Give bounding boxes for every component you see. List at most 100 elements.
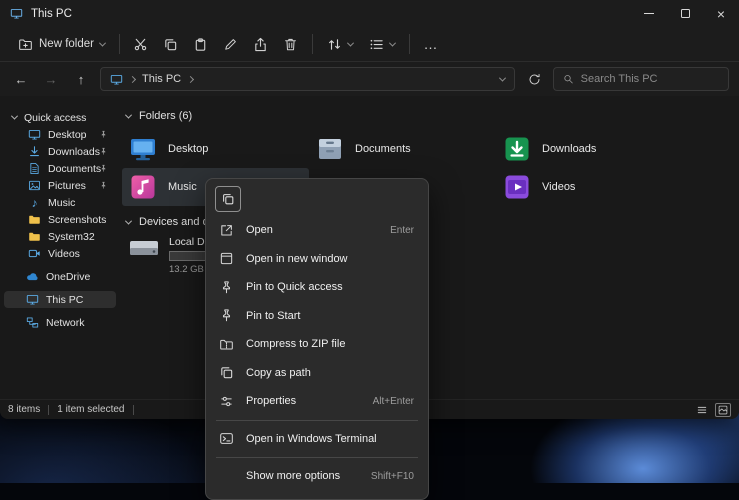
- command-bar: New folder …: [0, 27, 739, 62]
- copy-icon: [221, 192, 235, 206]
- share-button[interactable]: [246, 31, 276, 57]
- menu-separator: [216, 420, 418, 421]
- sidebar-item-pictures[interactable]: Pictures: [4, 177, 116, 194]
- new-folder-label: New folder: [39, 38, 94, 50]
- selection-count: 1 item selected: [57, 404, 124, 415]
- navigation-bar: ← → ↑ This PC: [0, 62, 739, 96]
- sidebar-item-music[interactable]: ♪ Music: [4, 194, 116, 211]
- sidebar-item-screenshots[interactable]: Screenshots: [4, 211, 116, 228]
- sidebar-item-label: Downloads: [48, 146, 100, 158]
- this-pc-icon: [110, 73, 123, 86]
- desktop-icon: [28, 128, 41, 141]
- rename-button[interactable]: [216, 31, 246, 57]
- toolbar-divider: [119, 34, 120, 54]
- pin-icon: [99, 181, 108, 190]
- sidebar-item-documents[interactable]: Documents: [4, 160, 116, 177]
- menu-item-label: Pin to Quick access: [246, 281, 343, 293]
- folder-name: Music: [168, 181, 197, 193]
- refresh-button[interactable]: [523, 67, 545, 91]
- menu-item-pin-to-start[interactable]: Pin to Start: [206, 302, 428, 331]
- open-icon: [218, 223, 234, 238]
- documents-folder-icon: [315, 134, 345, 164]
- copy-quick-action-button[interactable]: [215, 186, 241, 212]
- details-view-icon: [696, 404, 708, 416]
- close-button[interactable]: ×: [703, 0, 739, 27]
- desktop-folder-icon: [128, 134, 158, 164]
- paste-icon: [193, 37, 208, 52]
- menu-item-properties[interactable]: Properties Alt+Enter: [206, 387, 428, 416]
- sidebar-item-label: OneDrive: [46, 271, 90, 283]
- documents-icon: [28, 162, 41, 175]
- delete-button[interactable]: [276, 31, 306, 57]
- sidebar-item-onedrive[interactable]: OneDrive: [4, 268, 116, 285]
- close-icon: ×: [717, 7, 725, 21]
- sidebar-item-quick-access[interactable]: Quick access: [4, 109, 116, 126]
- folder-name: Documents: [355, 143, 411, 155]
- minimize-button[interactable]: [631, 0, 667, 27]
- chevron-down-icon: [347, 39, 354, 46]
- menu-item-shortcut: Enter: [390, 225, 414, 236]
- chevron-down-icon[interactable]: [125, 111, 132, 118]
- downloads-folder-icon: [502, 134, 532, 164]
- search-box[interactable]: [553, 67, 729, 91]
- address-dropdown-icon[interactable]: [499, 74, 506, 81]
- downloads-icon: [28, 145, 41, 158]
- menu-item-open-in-new-window[interactable]: Open in new window: [206, 245, 428, 274]
- menu-item-open-in-windows-terminal[interactable]: Open in Windows Terminal: [206, 425, 428, 454]
- new-folder-icon: [18, 37, 33, 52]
- up-button[interactable]: ↑: [70, 67, 92, 91]
- new-folder-button[interactable]: New folder: [10, 33, 113, 56]
- thumbnails-view-button[interactable]: [715, 403, 731, 417]
- network-icon: [26, 316, 39, 329]
- menu-item-copy-as-path[interactable]: Copy as path: [206, 359, 428, 388]
- context-menu: Open Enter Open in new window Pin to Qui…: [205, 178, 429, 500]
- terminal-icon: [218, 431, 234, 446]
- sidebar-item-network[interactable]: Network: [4, 314, 116, 331]
- copy-icon: [163, 37, 178, 52]
- cut-button[interactable]: [126, 31, 156, 57]
- forward-button[interactable]: →: [40, 67, 62, 91]
- more-options-button[interactable]: …: [416, 31, 446, 57]
- menu-item-label: Copy as path: [246, 367, 311, 379]
- back-button[interactable]: ←: [10, 67, 32, 91]
- paste-button[interactable]: [186, 31, 216, 57]
- sidebar-item-downloads[interactable]: Downloads: [4, 143, 116, 160]
- folder-tile-documents[interactable]: Documents: [309, 130, 496, 168]
- menu-item-compress-to-zip[interactable]: Compress to ZIP file: [206, 330, 428, 359]
- sidebar-item-this-pc[interactable]: This PC: [4, 291, 116, 308]
- sort-button[interactable]: [319, 33, 361, 56]
- pin-icon: [99, 164, 108, 173]
- search-input[interactable]: [581, 73, 719, 85]
- sidebar-item-label: Documents: [48, 163, 101, 175]
- sidebar-item-system32[interactable]: System32: [4, 228, 116, 245]
- sidebar-item-label: This PC: [46, 294, 83, 306]
- menu-item-label: Open in Windows Terminal: [246, 433, 377, 445]
- statusbar-view-toggles: [694, 403, 731, 417]
- folder-tile-downloads[interactable]: Downloads: [496, 130, 683, 168]
- menu-item-open[interactable]: Open Enter: [206, 216, 428, 245]
- folder-tile-desktop[interactable]: Desktop: [122, 130, 309, 168]
- sidebar-item-label: Desktop: [48, 129, 87, 141]
- titlebar[interactable]: This PC ×: [0, 0, 739, 27]
- menu-item-show-more-options[interactable]: Show more options Shift+F10: [206, 462, 428, 491]
- search-icon: [563, 73, 574, 85]
- this-pc-icon: [26, 293, 39, 306]
- sidebar-item-desktop[interactable]: Desktop: [4, 126, 116, 143]
- maximize-button[interactable]: [667, 0, 703, 27]
- breadcrumb[interactable]: This PC: [142, 73, 181, 85]
- toolbar-divider: [312, 34, 313, 54]
- address-bar[interactable]: This PC: [100, 67, 515, 91]
- chevron-down-icon[interactable]: [125, 217, 132, 224]
- thumbnails-view-icon: [717, 404, 729, 416]
- folder-tile-videos[interactable]: Videos: [496, 168, 683, 206]
- sidebar-item-videos[interactable]: Videos: [4, 245, 116, 262]
- menu-item-pin-to-quick-access[interactable]: Pin to Quick access: [206, 273, 428, 302]
- sort-icon: [327, 37, 342, 52]
- sidebar-item-label: Quick access: [24, 112, 86, 124]
- details-view-button[interactable]: [694, 403, 710, 417]
- folders-section-header[interactable]: Folders (6): [126, 108, 739, 124]
- folder-icon: [28, 230, 41, 243]
- copy-button[interactable]: [156, 31, 186, 57]
- view-button[interactable]: [361, 33, 403, 56]
- chevron-down-icon[interactable]: [11, 113, 18, 120]
